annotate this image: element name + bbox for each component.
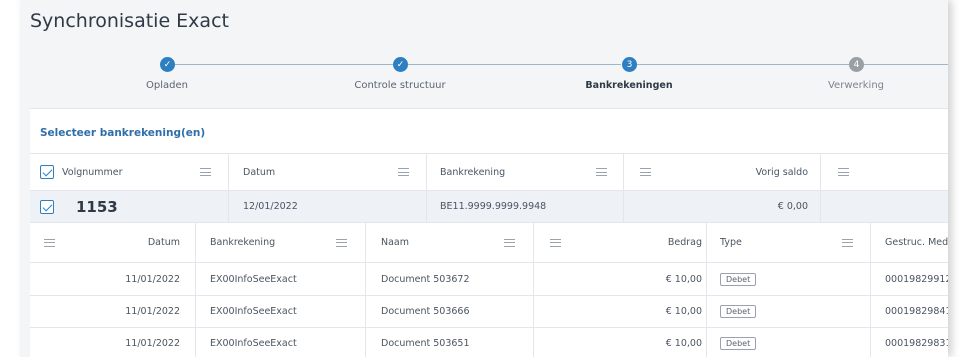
account-number: 1153	[76, 197, 118, 216]
account-row[interactable]: 1153 12/01/2022 BE11.9999.9999.9948 € 0,…	[30, 191, 948, 223]
step-4-number[interactable]: 4	[849, 57, 864, 72]
bank-accounts-panel: Selecteer bankrekening(en) Volgnummer Da…	[30, 108, 948, 357]
detail-col-type[interactable]: Type	[720, 223, 800, 262]
row-name: Document 503651	[381, 338, 470, 349]
stepper-connector	[864, 64, 948, 65]
stepper-connector	[408, 64, 621, 65]
step-3-label: Bankrekeningen	[585, 80, 673, 91]
column-menu-icon[interactable]	[838, 168, 849, 176]
column-menu-icon[interactable]	[842, 238, 853, 247]
row-account: EX00InfoSeeExact	[210, 338, 297, 349]
step-2-label: Controle structuur	[354, 80, 446, 91]
type-badge: Debet	[720, 272, 757, 286]
row-account: EX00InfoSeeExact	[210, 306, 297, 317]
col-header-prev-balance[interactable]: Vorig saldo	[670, 154, 808, 190]
page-title: Synchronisatie Exact	[30, 10, 229, 32]
row-account: EX00InfoSeeExact	[210, 273, 297, 285]
column-menu-icon[interactable]	[336, 238, 347, 247]
account-iban: BE11.9999.9999.9948	[440, 201, 547, 212]
column-menu-icon[interactable]	[640, 168, 651, 176]
step-3-number[interactable]: 3	[622, 57, 637, 72]
step-1-label: Opladen	[146, 80, 188, 91]
row-structured: 00019829831⁠	[885, 338, 948, 349]
detail-table-header: Datum Bankrekening Naam Bedrag Type Gest…	[30, 223, 948, 263]
row-date: 11/01/2022	[125, 273, 180, 285]
type-badge: Debet	[720, 305, 757, 318]
type-badge: Debet	[720, 337, 757, 350]
account-table-header: Volgnummer Datum Bankrekening Vorig sald…	[30, 153, 948, 191]
row-date: 11/01/2022	[125, 338, 180, 349]
row-amount: € 10,00	[665, 338, 702, 349]
select-all-checkbox[interactable]	[40, 165, 54, 179]
col-header-number[interactable]: Volgnummer	[62, 154, 182, 190]
column-menu-icon[interactable]	[200, 168, 211, 176]
stepper-connector	[637, 64, 849, 65]
stepper: ✓ Opladen ✓ Controle structuur 3 Bankrek…	[20, 50, 948, 100]
step-1-check-icon[interactable]: ✓	[160, 57, 175, 72]
account-row-checkbox[interactable]	[40, 199, 54, 214]
section-title: Selecteer bankrekening(en)	[40, 127, 206, 139]
row-amount: € 10,00	[665, 306, 702, 317]
row-type: Debet	[720, 263, 800, 295]
col-header-account[interactable]: Bankrekening	[440, 154, 580, 190]
stepper-connector	[175, 64, 393, 65]
column-menu-icon[interactable]	[398, 168, 409, 176]
detail-col-date[interactable]: Datum	[70, 223, 180, 262]
table-row[interactable]: 11/01/2022 EX00InfoSeeExact Document 503…	[30, 328, 948, 357]
row-structured: 00019829912⁠	[885, 273, 948, 285]
column-menu-icon[interactable]	[550, 238, 561, 247]
row-name: Document 503666	[381, 306, 470, 317]
column-menu-icon[interactable]	[596, 168, 607, 176]
row-type: Debet	[720, 328, 800, 357]
step-4-label: Verwerking	[827, 80, 885, 91]
step-2-check-icon[interactable]: ✓	[393, 57, 408, 72]
column-menu-icon[interactable]	[44, 238, 55, 247]
account-prev-balance: € 0,00	[777, 201, 808, 212]
detail-col-account[interactable]: Bankrekening	[210, 223, 320, 262]
account-date: 12/01/2022	[243, 201, 298, 212]
row-amount: € 10,00	[665, 273, 702, 285]
col-header-date[interactable]: Datum	[243, 154, 363, 190]
table-row[interactable]: 11/01/2022 EX00InfoSeeExact Document 503…	[30, 263, 948, 296]
row-date: 11/01/2022	[125, 306, 180, 317]
row-name: Document 503672	[381, 273, 470, 285]
table-row[interactable]: 11/01/2022 EX00InfoSeeExact Document 503…	[30, 296, 948, 328]
detail-col-structured[interactable]: Gestruc. Med.	[885, 223, 948, 262]
column-menu-icon[interactable]	[504, 238, 515, 247]
detail-col-name[interactable]: Naam	[381, 223, 501, 262]
row-type: Debet	[720, 296, 800, 327]
row-structured: 00019829841⁠	[885, 306, 948, 317]
detail-col-amount[interactable]: Bedrag	[590, 223, 702, 262]
